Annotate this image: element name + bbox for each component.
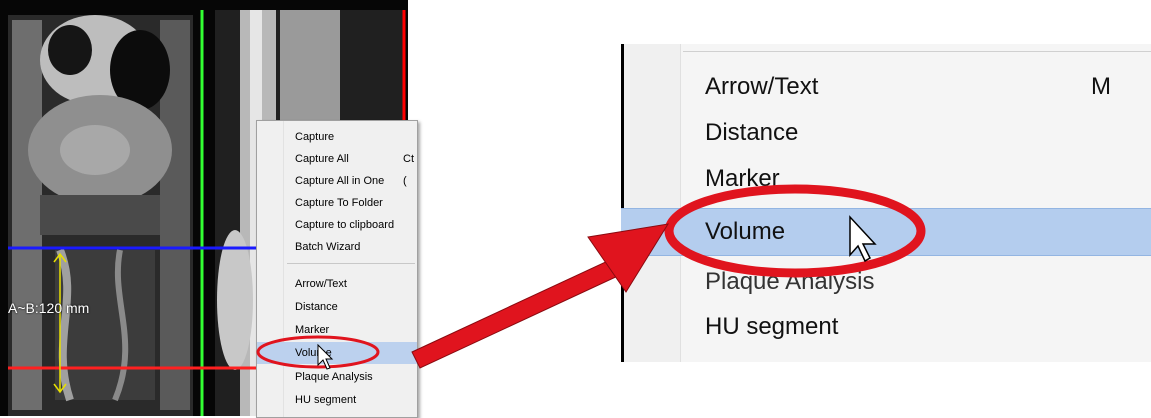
highlight-ellipse-large bbox=[664, 184, 926, 278]
mouse-pointer-icon bbox=[849, 215, 877, 263]
annotation-overlay bbox=[256, 184, 926, 370]
red-arrow-icon bbox=[411, 223, 670, 369]
